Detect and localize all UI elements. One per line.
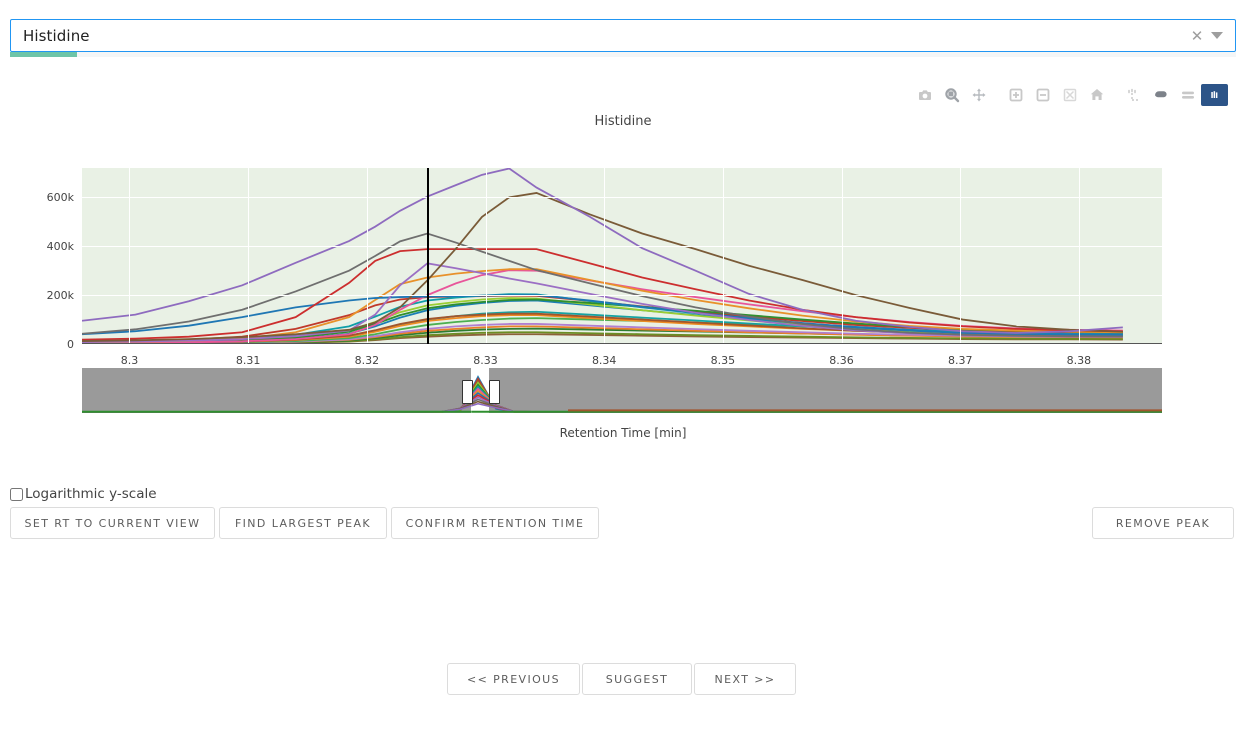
hover-closest-icon[interactable] bbox=[1147, 84, 1174, 106]
range-slider-trace bbox=[82, 395, 1162, 412]
suggest-button[interactable]: SUGGEST bbox=[582, 663, 692, 695]
trace-lines bbox=[82, 168, 1162, 344]
camera-icon[interactable] bbox=[911, 84, 938, 106]
remove-peak-button[interactable]: REMOVE PEAK bbox=[1092, 507, 1234, 539]
set-rt-to-current-view-button[interactable]: SET RT TO CURRENT VIEW bbox=[10, 507, 215, 539]
range-slider[interactable] bbox=[82, 368, 1162, 413]
x-axis-tick-label: 8.38 bbox=[1066, 354, 1092, 367]
x-axis-tick-label: 8.33 bbox=[473, 354, 498, 367]
zoom-in-icon[interactable] bbox=[1002, 84, 1029, 106]
range-slider-handle-left[interactable] bbox=[462, 380, 474, 404]
compound-search: Histidine ✕ bbox=[10, 19, 1236, 52]
range-slider-handle-right[interactable] bbox=[489, 380, 501, 404]
home-icon[interactable] bbox=[1083, 84, 1110, 106]
loading-progress-bar bbox=[10, 52, 78, 57]
trace-line bbox=[82, 168, 1123, 333]
log-scale-label[interactable]: Logarithmic y-scale bbox=[25, 486, 157, 502]
plot-area[interactable] bbox=[82, 168, 1162, 344]
gridline-horizontal bbox=[82, 197, 1162, 199]
range-slider-trace bbox=[82, 393, 1162, 412]
y-axis-tick-label: 600k bbox=[46, 191, 74, 205]
gridline-vertical bbox=[841, 168, 843, 344]
x-axis-title: Retention Time [min] bbox=[559, 426, 687, 440]
confirm-retention-time-button[interactable]: CONFIRM RETENTION TIME bbox=[391, 507, 599, 539]
search-input[interactable]: Histidine ✕ bbox=[10, 19, 1236, 52]
gridline-vertical bbox=[722, 168, 724, 344]
gridline-vertical bbox=[1078, 168, 1080, 344]
y-axis-tick-label: 0 bbox=[67, 338, 74, 351]
previous-button[interactable]: << PREVIOUS bbox=[447, 663, 580, 695]
range-slider-trace bbox=[82, 389, 1162, 412]
chromatogram-chart[interactable]: Histidine MS-Intensity 0200k400k600k 8.3… bbox=[0, 104, 1246, 444]
autoscale-icon[interactable] bbox=[1056, 84, 1083, 106]
log-scale-checkbox[interactable] bbox=[10, 487, 23, 501]
x-axis-tick-label: 8.34 bbox=[591, 354, 617, 367]
spike-lines-icon[interactable] bbox=[1120, 84, 1147, 106]
x-axis-tick-label: 8.35 bbox=[710, 354, 736, 367]
gridline-horizontal bbox=[82, 246, 1162, 248]
zoom-icon[interactable] bbox=[938, 84, 965, 106]
pan-icon[interactable] bbox=[965, 84, 992, 106]
plotly-modebar bbox=[911, 84, 1228, 106]
range-slider-trace bbox=[82, 391, 1162, 412]
bar-chart-icon[interactable] bbox=[1201, 84, 1228, 106]
close-icon[interactable]: ✕ bbox=[1189, 28, 1205, 44]
range-slider-trace bbox=[82, 383, 1162, 412]
gridline-vertical bbox=[248, 168, 250, 344]
gridline-vertical bbox=[960, 168, 962, 344]
x-axis-tick-label: 8.37 bbox=[947, 354, 973, 367]
y-axis-tick-label: 200k bbox=[46, 289, 74, 303]
gridline-horizontal bbox=[82, 295, 1162, 297]
next-button[interactable]: NEXT >> bbox=[694, 663, 796, 695]
hover-compare-icon[interactable] bbox=[1174, 84, 1201, 106]
x-axis-tick-label: 8.3 bbox=[120, 354, 139, 367]
gridline-vertical bbox=[485, 168, 487, 344]
x-axis-tick-label: 8.36 bbox=[829, 354, 854, 367]
zoom-out-icon[interactable] bbox=[1029, 84, 1056, 106]
page-title: Histidine bbox=[594, 114, 652, 129]
range-slider-traces bbox=[82, 368, 1162, 413]
loading-progress-track bbox=[10, 52, 1236, 57]
log-scale-control[interactable]: Logarithmic y-scale bbox=[10, 486, 157, 502]
retention-time-marker[interactable] bbox=[427, 168, 430, 344]
search-input-value[interactable]: Histidine bbox=[23, 27, 1189, 45]
range-slider-trace bbox=[82, 385, 1162, 412]
gridline-vertical bbox=[604, 168, 606, 344]
range-slider-trace bbox=[82, 379, 1162, 412]
range-slider-trace bbox=[82, 381, 1162, 412]
x-axis-tick-label: 8.31 bbox=[235, 354, 261, 367]
y-axis-tick-label: 400k bbox=[46, 240, 74, 254]
x-axis-line bbox=[82, 343, 1162, 344]
x-axis-tick-label: 8.32 bbox=[354, 354, 380, 367]
find-largest-peak-button[interactable]: FIND LARGEST PEAK bbox=[219, 507, 387, 539]
chevron-down-icon[interactable] bbox=[1211, 32, 1223, 39]
range-slider-trace bbox=[82, 387, 1162, 412]
gridline-vertical bbox=[366, 168, 368, 344]
gridline-vertical bbox=[129, 168, 131, 344]
range-slider-trace bbox=[82, 377, 1162, 412]
